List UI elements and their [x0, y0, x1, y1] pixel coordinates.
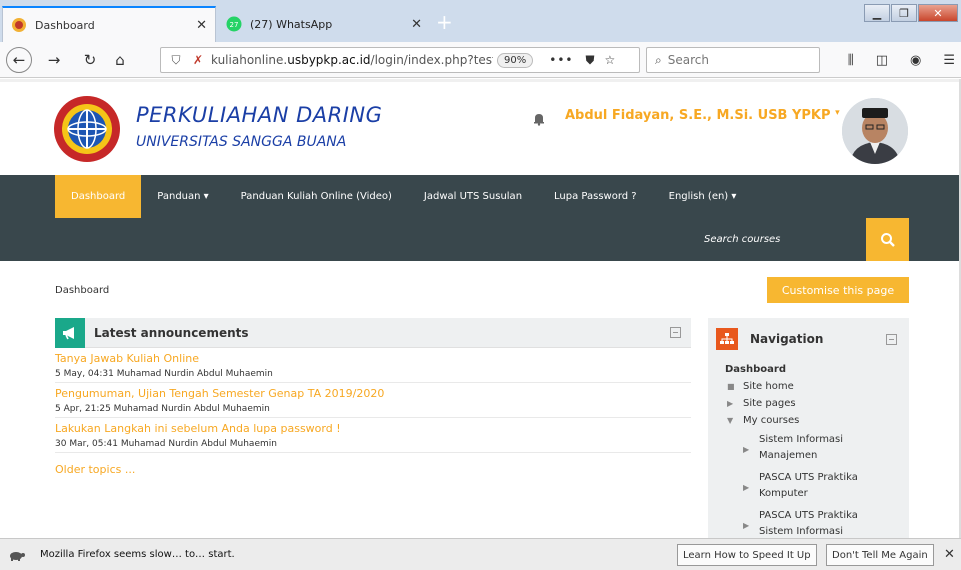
block-title: Navigation [750, 332, 824, 346]
new-tab-icon[interactable]: + [436, 10, 453, 34]
list-item: Pengumuman, Ujian Tengah Semester Genap … [55, 383, 691, 418]
collapse-block-icon[interactable] [670, 327, 681, 338]
pocket-icon[interactable]: ⛊ [585, 53, 594, 68]
tab-title: (27) WhatsApp [250, 17, 333, 31]
older-topics-link[interactable]: Older topics ... [55, 463, 691, 476]
whatsapp-icon: 27 [226, 16, 242, 32]
tab-whatsapp[interactable]: 27 (27) WhatsApp ✕ [218, 6, 430, 42]
address-bar[interactable]: ⛉ ✗ kuliahonline.usbypkp.ac.id/login/ind… [160, 47, 640, 73]
navigation-tree: Dashboard ■ Site home ▶ Site pages ▼ My cou… [708, 364, 909, 540]
tab-title: Dashboard [35, 18, 95, 32]
menu-icon[interactable]: ☰ [943, 53, 955, 68]
menu-item-panduan[interactable]: Panduan ▾ [141, 175, 224, 218]
url-text[interactable]: kuliahonline.usbypkp.ac.id/login/index.p… [211, 53, 493, 67]
search-icon [880, 232, 895, 247]
breadcrumb[interactable]: Dashboard [55, 285, 109, 296]
announcement-meta: 5 Apr, 21:25 Muhamad Nurdin Abdul Muhaem… [55, 404, 270, 414]
avatar[interactable] [842, 98, 908, 164]
menu-item-language[interactable]: English (en) ▾ [653, 175, 753, 218]
back-arrow-icon[interactable]: ← [6, 47, 32, 73]
learn-speed-up-button[interactable]: Learn How to Speed It Up [677, 544, 817, 566]
window-controls: ▁ ❐ ✕ [863, 4, 958, 22]
turtle-icon [10, 551, 25, 561]
browser-tools: ⫼ ◫ ◉ ☰ [848, 53, 955, 68]
close-tab-icon[interactable]: ✕ [411, 17, 422, 32]
list-item: Lakukan Langkah ini sebelum Anda lupa pa… [55, 418, 691, 453]
close-tab-icon[interactable]: ✕ [196, 18, 207, 33]
nav-item-my-courses[interactable]: ▼ My courses [725, 415, 909, 426]
block-title: Latest announcements [94, 325, 249, 340]
brand-title: PERKULIAHAN DARING [136, 103, 383, 127]
list-item: Tanya Jawab Kuliah Online 5 May, 04:31 M… [55, 348, 691, 383]
insecure-lock-icon[interactable]: ✗ [189, 53, 207, 67]
customise-page-button[interactable]: Customise this page [767, 277, 909, 303]
menu-item-jadwal-uts[interactable]: Jadwal UTS Susulan [408, 175, 538, 218]
nav-dashboard-link[interactable]: Dashboard [725, 364, 909, 375]
nav-item-site-pages[interactable]: ▶ Site pages [725, 398, 909, 409]
announcement-link[interactable]: Lakukan Langkah ini sebelum Anda lupa pa… [55, 422, 691, 435]
brand-subtitle: UNIVERSITAS SANGGA BUANA [136, 134, 347, 150]
sitemap-icon [716, 328, 738, 350]
sidebar-icon[interactable]: ◫ [876, 53, 888, 68]
library-icon[interactable]: ⫼ [848, 53, 854, 68]
chevron-right-icon: ▶ [743, 483, 750, 492]
shield-icon[interactable]: ⛉ [167, 53, 185, 68]
chevron-down-icon: ▼ [727, 416, 734, 425]
user-menu[interactable]: Abdul Fidayan, S.E., M.Si. USB YPKP ▾ [565, 108, 840, 123]
chevron-right-icon: ▶ [727, 399, 734, 408]
university-logo[interactable] [52, 94, 122, 164]
maximize-icon[interactable]: ❐ [891, 4, 917, 22]
collapse-block-icon[interactable] [886, 333, 897, 345]
course-search-input[interactable]: Search courses [692, 218, 866, 261]
nav-course-item[interactable]: ▶ PASCA UTS Praktika Komputer [725, 470, 909, 502]
page-actions-icon[interactable]: ••• [549, 53, 573, 67]
menu-item-dashboard[interactable]: Dashboard [55, 175, 142, 218]
chevron-right-icon: ▶ [743, 521, 750, 530]
bullet-icon: ■ [727, 382, 735, 391]
announcement-meta: 5 May, 04:31 Muhamad Nurdin Abdul Muhaem… [55, 369, 273, 379]
search-icon: ⌕ [655, 52, 662, 67]
browser-search-input[interactable]: ⌕ Search [646, 47, 820, 73]
dont-tell-again-button[interactable]: Don't Tell Me Again [826, 544, 934, 566]
tab-dashboard[interactable]: Dashboard ✕ [2, 6, 216, 42]
announcement-link[interactable]: Pengumuman, Ujian Tengah Semester Genap … [55, 387, 691, 400]
nav-course-item[interactable]: ▶ PASCA UTS Praktika Sistem Informasi [725, 508, 909, 540]
browser-notification-bar: Mozilla Firefox seems slow… to… start. L… [0, 538, 961, 570]
announcement-link[interactable]: Tanya Jawab Kuliah Online [55, 352, 691, 365]
svg-text:27: 27 [230, 21, 239, 29]
menu-item-lupa-password[interactable]: Lupa Password ? [538, 175, 653, 218]
chevron-right-icon: ▶ [743, 445, 750, 454]
browser-toolbar: ← → ↻ ⌂ ⛉ ✗ kuliahonline.usbypkp.ac.id/l… [0, 42, 961, 78]
block-header: Latest announcements [55, 317, 691, 348]
close-icon[interactable]: ✕ [944, 547, 955, 562]
menu-item-panduan-video[interactable]: Panduan Kuliah Online (Video) [225, 175, 408, 218]
browser-tab-bar: Dashboard ✕ 27 (27) WhatsApp ✕ + ▁ ❐ ✕ [0, 0, 961, 42]
account-icon[interactable]: ◉ [910, 53, 921, 68]
notification-message: Mozilla Firefox seems slow… to… start. [40, 549, 235, 560]
site-favicon-icon [12, 18, 26, 32]
nav-course-item[interactable]: ▶ Sistem Informasi Manajemen [725, 432, 909, 464]
block-header: Navigation [708, 318, 909, 360]
zoom-level-badge[interactable]: 90% [497, 52, 534, 68]
close-window-icon[interactable]: ✕ [918, 4, 958, 22]
megaphone-icon [55, 317, 85, 348]
site-header: PERKULIAHAN DARING UNIVERSITAS SANGGA BU… [0, 79, 961, 175]
notification-bell-icon[interactable] [532, 112, 546, 126]
main-menu: Dashboard Panduan ▾ Panduan Kuliah Onlin… [55, 175, 752, 218]
minimize-icon[interactable]: ▁ [864, 4, 890, 22]
forward-arrow-icon[interactable]: → [42, 48, 66, 72]
bookmark-star-icon[interactable]: ☆ [604, 53, 615, 67]
nav-item-site-home[interactable]: ■ Site home [725, 381, 909, 392]
chevron-down-icon: ▾ [835, 108, 840, 118]
course-search-button[interactable] [866, 218, 909, 261]
reload-icon[interactable]: ↻ [78, 48, 102, 72]
latest-announcements-block: Latest announcements Tanya Jawab Kuliah … [55, 317, 691, 476]
announcement-meta: 30 Mar, 05:41 Muhamad Nurdin Abdul Muhae… [55, 439, 277, 449]
home-icon[interactable]: ⌂ [108, 48, 132, 72]
site-navbar: Dashboard Panduan ▾ Panduan Kuliah Onlin… [0, 175, 961, 261]
navigation-block: Navigation Dashboard ■ Site home ▶ Site pa… [708, 318, 909, 540]
